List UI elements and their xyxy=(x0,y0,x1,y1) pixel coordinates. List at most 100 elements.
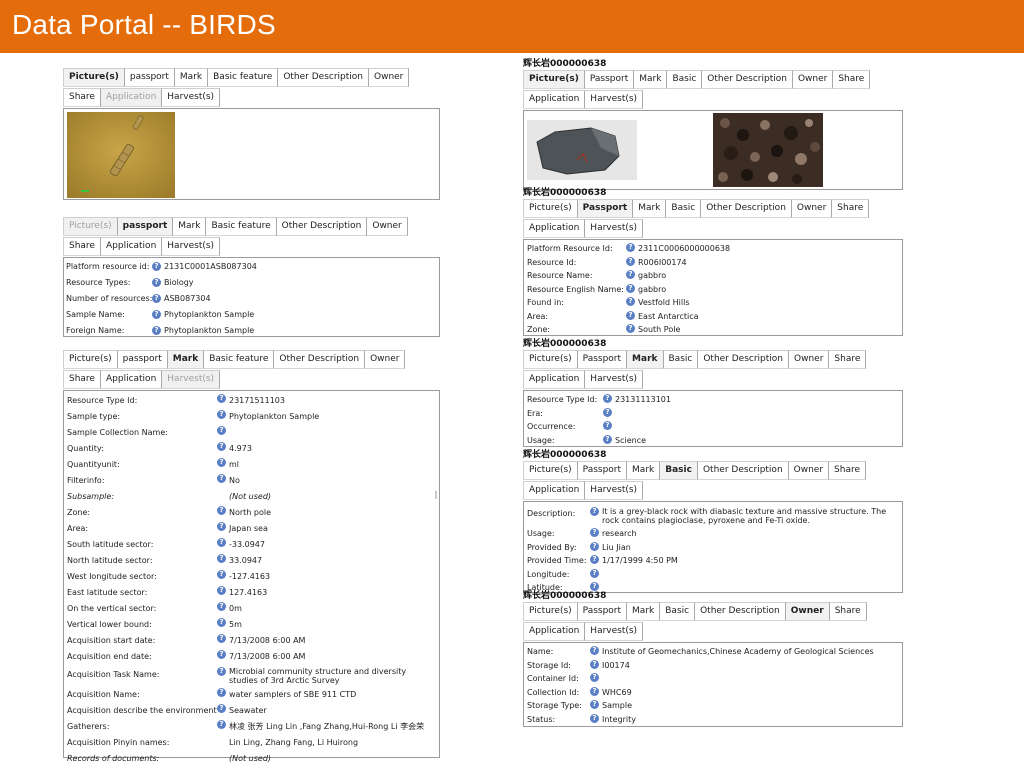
tab-harvests[interactable]: Harvest(s) xyxy=(585,622,644,641)
tab-share[interactable]: Share xyxy=(829,350,867,369)
tab-owner[interactable]: Owner xyxy=(369,68,410,87)
tab-mark[interactable]: Mark xyxy=(627,602,661,621)
help-question-icon[interactable]: ? xyxy=(217,618,226,627)
tab-basic[interactable]: Basic xyxy=(660,602,696,621)
help-question-icon[interactable]: ? xyxy=(152,294,161,303)
tab-pictures[interactable]: Picture(s) xyxy=(523,199,578,218)
help-question-icon[interactable]: ? xyxy=(217,602,226,611)
tab-application[interactable]: Application xyxy=(523,481,586,500)
tab-mark[interactable]: Mark xyxy=(633,199,667,218)
help-question-icon[interactable]: ? xyxy=(217,570,226,579)
help-question-icon[interactable]: ? xyxy=(603,394,612,403)
tab-basic[interactable]: Basic xyxy=(663,350,699,369)
help-question-icon[interactable]: ? xyxy=(217,394,226,403)
help-question-icon[interactable]: ? xyxy=(590,713,599,723)
help-question-icon[interactable]: ? xyxy=(217,442,226,451)
help-question-icon[interactable]: ? xyxy=(626,270,635,279)
help-question-icon[interactable]: ? xyxy=(626,243,635,252)
help-question-icon[interactable]: ? xyxy=(626,310,635,320)
tab-harvests[interactable]: Harvest(s) xyxy=(585,481,644,500)
help-question-icon[interactable]: ? xyxy=(626,283,635,293)
help-question-icon[interactable]: ? xyxy=(217,667,226,676)
tab-basic-feature[interactable]: Basic feature xyxy=(204,350,275,369)
tab-application[interactable]: Application xyxy=(100,88,163,107)
help-question-icon[interactable]: ? xyxy=(152,310,161,319)
tab-harvests[interactable]: Harvest(s) xyxy=(585,370,644,389)
tab-harvests[interactable]: Harvest(s) xyxy=(162,370,221,389)
help-question-icon[interactable]: ? xyxy=(217,458,226,467)
tab-harvests[interactable]: Harvest(s) xyxy=(585,90,644,109)
tab-share[interactable]: Share xyxy=(63,370,101,389)
help-question-icon[interactable]: ? xyxy=(590,700,599,709)
help-question-icon[interactable]: ? xyxy=(217,720,226,729)
help-question-icon[interactable]: ? xyxy=(217,426,226,435)
phytoplankton-micrograph[interactable] xyxy=(67,112,175,198)
tab-pictures[interactable]: Picture(s) xyxy=(63,68,125,87)
help-question-icon[interactable]: ? xyxy=(152,326,161,335)
gabbro-rock-texture-photo[interactable] xyxy=(713,113,823,187)
tab-share[interactable]: Share xyxy=(833,70,871,89)
tab-owner[interactable]: Owner xyxy=(791,199,833,218)
help-question-icon[interactable]: ? xyxy=(217,474,226,483)
tab-share[interactable]: Share xyxy=(832,199,870,218)
tab-basic[interactable]: Basic xyxy=(666,199,702,218)
tab-mark[interactable]: Mark xyxy=(627,350,664,369)
tab-other-description[interactable]: Other Description xyxy=(697,461,789,480)
tab-passport[interactable]: Passport xyxy=(577,461,628,480)
help-question-icon[interactable]: ? xyxy=(603,434,612,444)
help-question-icon[interactable]: ? xyxy=(217,634,226,643)
tab-passport[interactable]: passport xyxy=(124,68,175,87)
tab-application[interactable]: Application xyxy=(523,370,586,389)
help-question-icon[interactable]: ? xyxy=(217,704,226,713)
help-question-icon[interactable]: ? xyxy=(590,568,599,578)
tab-mark[interactable]: Mark xyxy=(173,217,207,236)
tab-application[interactable]: Application xyxy=(523,622,586,641)
help-question-icon[interactable]: ? xyxy=(152,262,161,271)
tab-passport[interactable]: Passport xyxy=(577,199,634,218)
help-question-icon[interactable]: ? xyxy=(603,407,612,417)
tab-pictures[interactable]: Picture(s) xyxy=(523,602,578,621)
help-question-icon[interactable]: ? xyxy=(590,686,599,696)
help-question-icon[interactable]: ? xyxy=(217,538,226,547)
tab-application[interactable]: Application xyxy=(523,90,586,109)
help-question-icon[interactable]: ? xyxy=(217,410,226,419)
tab-application[interactable]: Application xyxy=(523,219,586,238)
scrollbar-thumb[interactable] xyxy=(435,491,437,499)
tab-pictures[interactable]: Picture(s) xyxy=(523,70,585,89)
tab-passport[interactable]: passport xyxy=(117,350,168,369)
tab-share[interactable]: Share xyxy=(829,602,867,621)
tab-harvests[interactable]: Harvest(s) xyxy=(162,237,221,256)
tab-application[interactable]: Application xyxy=(100,237,163,256)
help-question-icon[interactable]: ? xyxy=(626,256,635,266)
help-question-icon[interactable]: ? xyxy=(590,555,599,564)
help-question-icon[interactable]: ? xyxy=(217,650,226,659)
tab-owner[interactable]: Owner xyxy=(789,350,830,369)
help-question-icon[interactable]: ? xyxy=(217,522,226,531)
tab-harvests[interactable]: Harvest(s) xyxy=(585,219,644,238)
help-question-icon[interactable]: ? xyxy=(626,297,635,306)
tab-other-description[interactable]: Other Description xyxy=(276,217,368,236)
tab-application[interactable]: Application xyxy=(100,370,163,389)
tab-mark[interactable]: Mark xyxy=(174,68,209,87)
tab-mark[interactable]: Mark xyxy=(167,350,205,369)
tab-owner[interactable]: Owner xyxy=(365,350,406,369)
help-question-icon[interactable]: ? xyxy=(590,673,599,682)
tab-owner[interactable]: Owner xyxy=(788,461,830,480)
help-question-icon[interactable]: ? xyxy=(590,528,599,537)
tab-pictures[interactable]: Picture(s) xyxy=(523,461,578,480)
tab-other-description[interactable]: Other Description xyxy=(702,70,793,89)
tab-other-description[interactable]: Other Description xyxy=(698,350,790,369)
tab-passport[interactable]: passport xyxy=(117,217,174,236)
tab-passport[interactable]: Passport xyxy=(584,70,635,89)
tab-share[interactable]: Share xyxy=(63,88,101,107)
tab-other-description[interactable]: Other Description xyxy=(278,68,369,87)
tab-share[interactable]: Share xyxy=(63,237,101,256)
help-question-icon[interactable]: ? xyxy=(590,646,599,655)
help-question-icon[interactable]: ? xyxy=(590,541,599,551)
tab-other-description[interactable]: Other Description xyxy=(695,602,786,621)
help-question-icon[interactable]: ? xyxy=(217,688,226,697)
tab-pictures[interactable]: Picture(s) xyxy=(523,350,578,369)
tab-pictures[interactable]: Picture(s) xyxy=(63,217,118,236)
help-question-icon[interactable]: ? xyxy=(217,506,226,515)
tab-owner[interactable]: Owner xyxy=(367,217,408,236)
